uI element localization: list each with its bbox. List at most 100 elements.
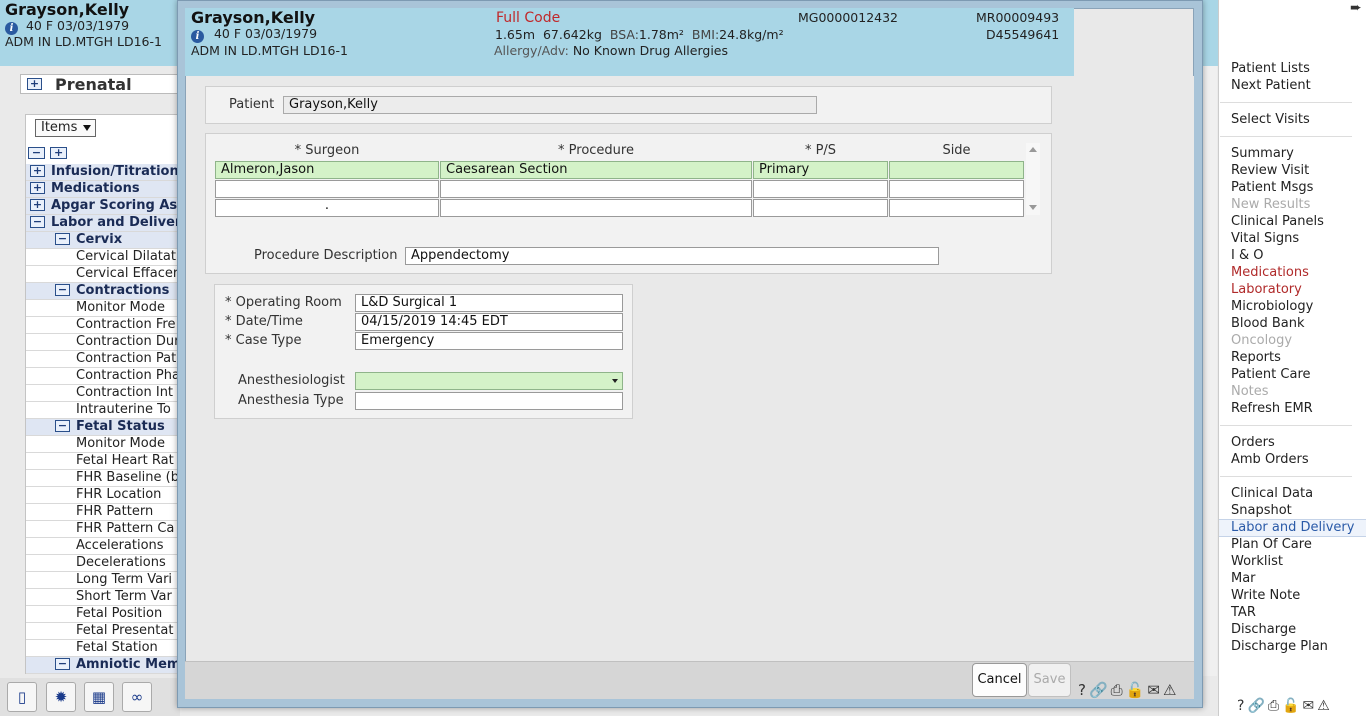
surgeon-input[interactable] (215, 180, 439, 198)
logout-arrow-icon[interactable]: ➨ (1350, 0, 1362, 16)
nav-item[interactable]: Discharge Plan (1231, 639, 1328, 654)
anesthesiologist-select[interactable] (355, 372, 623, 390)
procedure-description-input[interactable]: Appendectomy (405, 247, 939, 265)
unlock-icon[interactable]: 🔓 (1282, 698, 1302, 714)
tree-row[interactable]: FHR Location (26, 487, 178, 504)
procedure-input[interactable]: Caesarean Section (440, 161, 752, 179)
nav-item[interactable]: Refresh EMR (1231, 401, 1313, 416)
link-icon[interactable]: 🔗 (1089, 681, 1111, 699)
nav-item[interactable]: Medications (1231, 265, 1309, 280)
tree-row[interactable]: Contraction Dur (26, 334, 178, 351)
anesthesia-type-input[interactable] (355, 392, 623, 410)
nav-item[interactable]: Patient Lists (1231, 61, 1310, 76)
mail-icon[interactable]: ✉ (1303, 698, 1318, 714)
link-icon[interactable]: 🔗 (1247, 698, 1267, 714)
tree-row[interactable]: Short Term Var (26, 589, 178, 606)
collapse-icon[interactable]: − (55, 284, 70, 296)
ps-input[interactable]: Primary (753, 161, 888, 179)
tree-row[interactable]: Fetal Heart Rat (26, 453, 178, 470)
surgeon-input[interactable]: . (215, 199, 439, 217)
nav-item[interactable]: Review Visit (1231, 163, 1309, 178)
tree-row[interactable]: − Contractions (26, 283, 178, 300)
expand-all-icon[interactable]: + (50, 147, 68, 159)
items-dropdown[interactable]: Items (35, 119, 96, 137)
operating-room-input[interactable]: L&D Surgical 1 (355, 294, 623, 312)
side-input[interactable] (889, 180, 1024, 198)
help-icon[interactable]: ? (1237, 698, 1247, 714)
nav-item[interactable]: Clinical Data (1231, 486, 1313, 501)
expand-icon[interactable]: + (27, 78, 42, 90)
tree-row[interactable]: FHR Pattern (26, 504, 178, 521)
unlock-icon[interactable]: 🔓 (1126, 681, 1148, 699)
tree-row[interactable]: + Medications (26, 181, 178, 198)
save-button[interactable]: Save (1028, 663, 1071, 697)
scroll-down-icon[interactable] (1029, 205, 1037, 210)
tree-row[interactable]: − Amniotic Mem (26, 657, 178, 674)
expand-icon[interactable]: + (30, 182, 45, 194)
procedure-input[interactable] (440, 180, 752, 198)
content-scrollbar[interactable] (1202, 66, 1217, 676)
tree-row[interactable]: − Fetal Status (26, 419, 178, 436)
collapse-icon[interactable]: − (30, 216, 45, 228)
collapse-icon[interactable]: − (55, 420, 70, 432)
tree-row[interactable]: Fetal Position (26, 606, 178, 623)
nav-item[interactable]: Blood Bank (1231, 316, 1304, 331)
nav-item[interactable]: Summary (1231, 146, 1294, 161)
side-input[interactable] (889, 161, 1024, 179)
collapse-icon[interactable]: − (55, 658, 70, 670)
nav-item[interactable]: Labor and Delivery (1231, 520, 1354, 535)
tree-row[interactable]: Accelerations (26, 538, 178, 555)
ps-input[interactable] (753, 180, 888, 198)
nav-item[interactable]: Microbiology (1231, 299, 1313, 314)
nav-item[interactable]: Vital Signs (1231, 231, 1299, 246)
tree-row[interactable]: FHR Pattern Ca (26, 521, 178, 538)
people-icon[interactable]: ∞ (122, 682, 152, 712)
gear-icon[interactable]: ✹ (46, 682, 76, 712)
nav-item[interactable]: Patient Msgs (1231, 180, 1313, 195)
nav-item[interactable]: Mar (1231, 571, 1256, 586)
expand-icon[interactable]: + (30, 199, 45, 211)
nav-item[interactable]: Amb Orders (1231, 452, 1309, 467)
nav-item[interactable]: Select Visits (1231, 112, 1310, 127)
nav-item[interactable]: Reports (1231, 350, 1281, 365)
tree-row[interactable]: Fetal Station (26, 640, 178, 657)
cancel-button[interactable]: Cancel (972, 663, 1027, 697)
nav-item[interactable]: Write Note (1231, 588, 1300, 603)
tree-row[interactable]: − Labor and Deliver (26, 215, 178, 232)
tree-row[interactable]: Contraction Pat (26, 351, 178, 368)
tree-row[interactable]: Long Term Vari (26, 572, 178, 589)
tree-row[interactable]: Monitor Mode (26, 436, 178, 453)
trash-icon[interactable]: ▯ (7, 682, 37, 712)
nav-item[interactable]: Discharge (1231, 622, 1296, 637)
nav-item[interactable]: Snapshot (1231, 503, 1292, 518)
expand-icon[interactable]: + (30, 165, 45, 177)
tree-row[interactable]: + Infusion/Titration (26, 164, 178, 181)
warning-icon[interactable]: ⚠ (1163, 681, 1179, 699)
tree-row[interactable]: Fetal Presentat (26, 623, 178, 640)
tree-row[interactable]: Contraction Fre (26, 317, 178, 334)
side-input[interactable] (889, 199, 1024, 217)
nav-item[interactable]: I & O (1231, 248, 1263, 263)
ps-input[interactable] (753, 199, 888, 217)
tree-row[interactable]: + Apgar Scoring As (26, 198, 178, 215)
nav-item[interactable]: Next Patient (1231, 78, 1311, 93)
nav-item[interactable]: Clinical Panels (1231, 214, 1324, 229)
tree-row[interactable]: − Cervix (26, 232, 178, 249)
nav-item[interactable]: Plan Of Care (1231, 537, 1312, 552)
tree-row[interactable]: Cervical Dilatat (26, 249, 178, 266)
procedure-input[interactable] (440, 199, 752, 217)
scroll-up-icon[interactable] (1029, 147, 1037, 152)
tree-row[interactable]: Contraction Pha (26, 368, 178, 385)
datetime-input[interactable]: 04/15/2019 14:45 EDT (355, 313, 623, 331)
nav-item[interactable]: Worklist (1231, 554, 1283, 569)
mail-icon[interactable]: ✉ (1147, 681, 1163, 699)
collapse-all-icon[interactable]: − (28, 147, 45, 159)
prenatal-section-bar[interactable]: + Prenatal (20, 74, 185, 94)
warning-icon[interactable]: ⚠ (1317, 698, 1333, 714)
nav-item[interactable]: TAR (1231, 605, 1256, 620)
collapse-icon[interactable]: − (55, 233, 70, 245)
case-type-input[interactable]: Emergency (355, 332, 623, 350)
tree-row[interactable]: Monitor Mode (26, 300, 178, 317)
tree-row[interactable]: Decelerations (26, 555, 178, 572)
print-icon[interactable]: ⎙ (1111, 681, 1126, 699)
